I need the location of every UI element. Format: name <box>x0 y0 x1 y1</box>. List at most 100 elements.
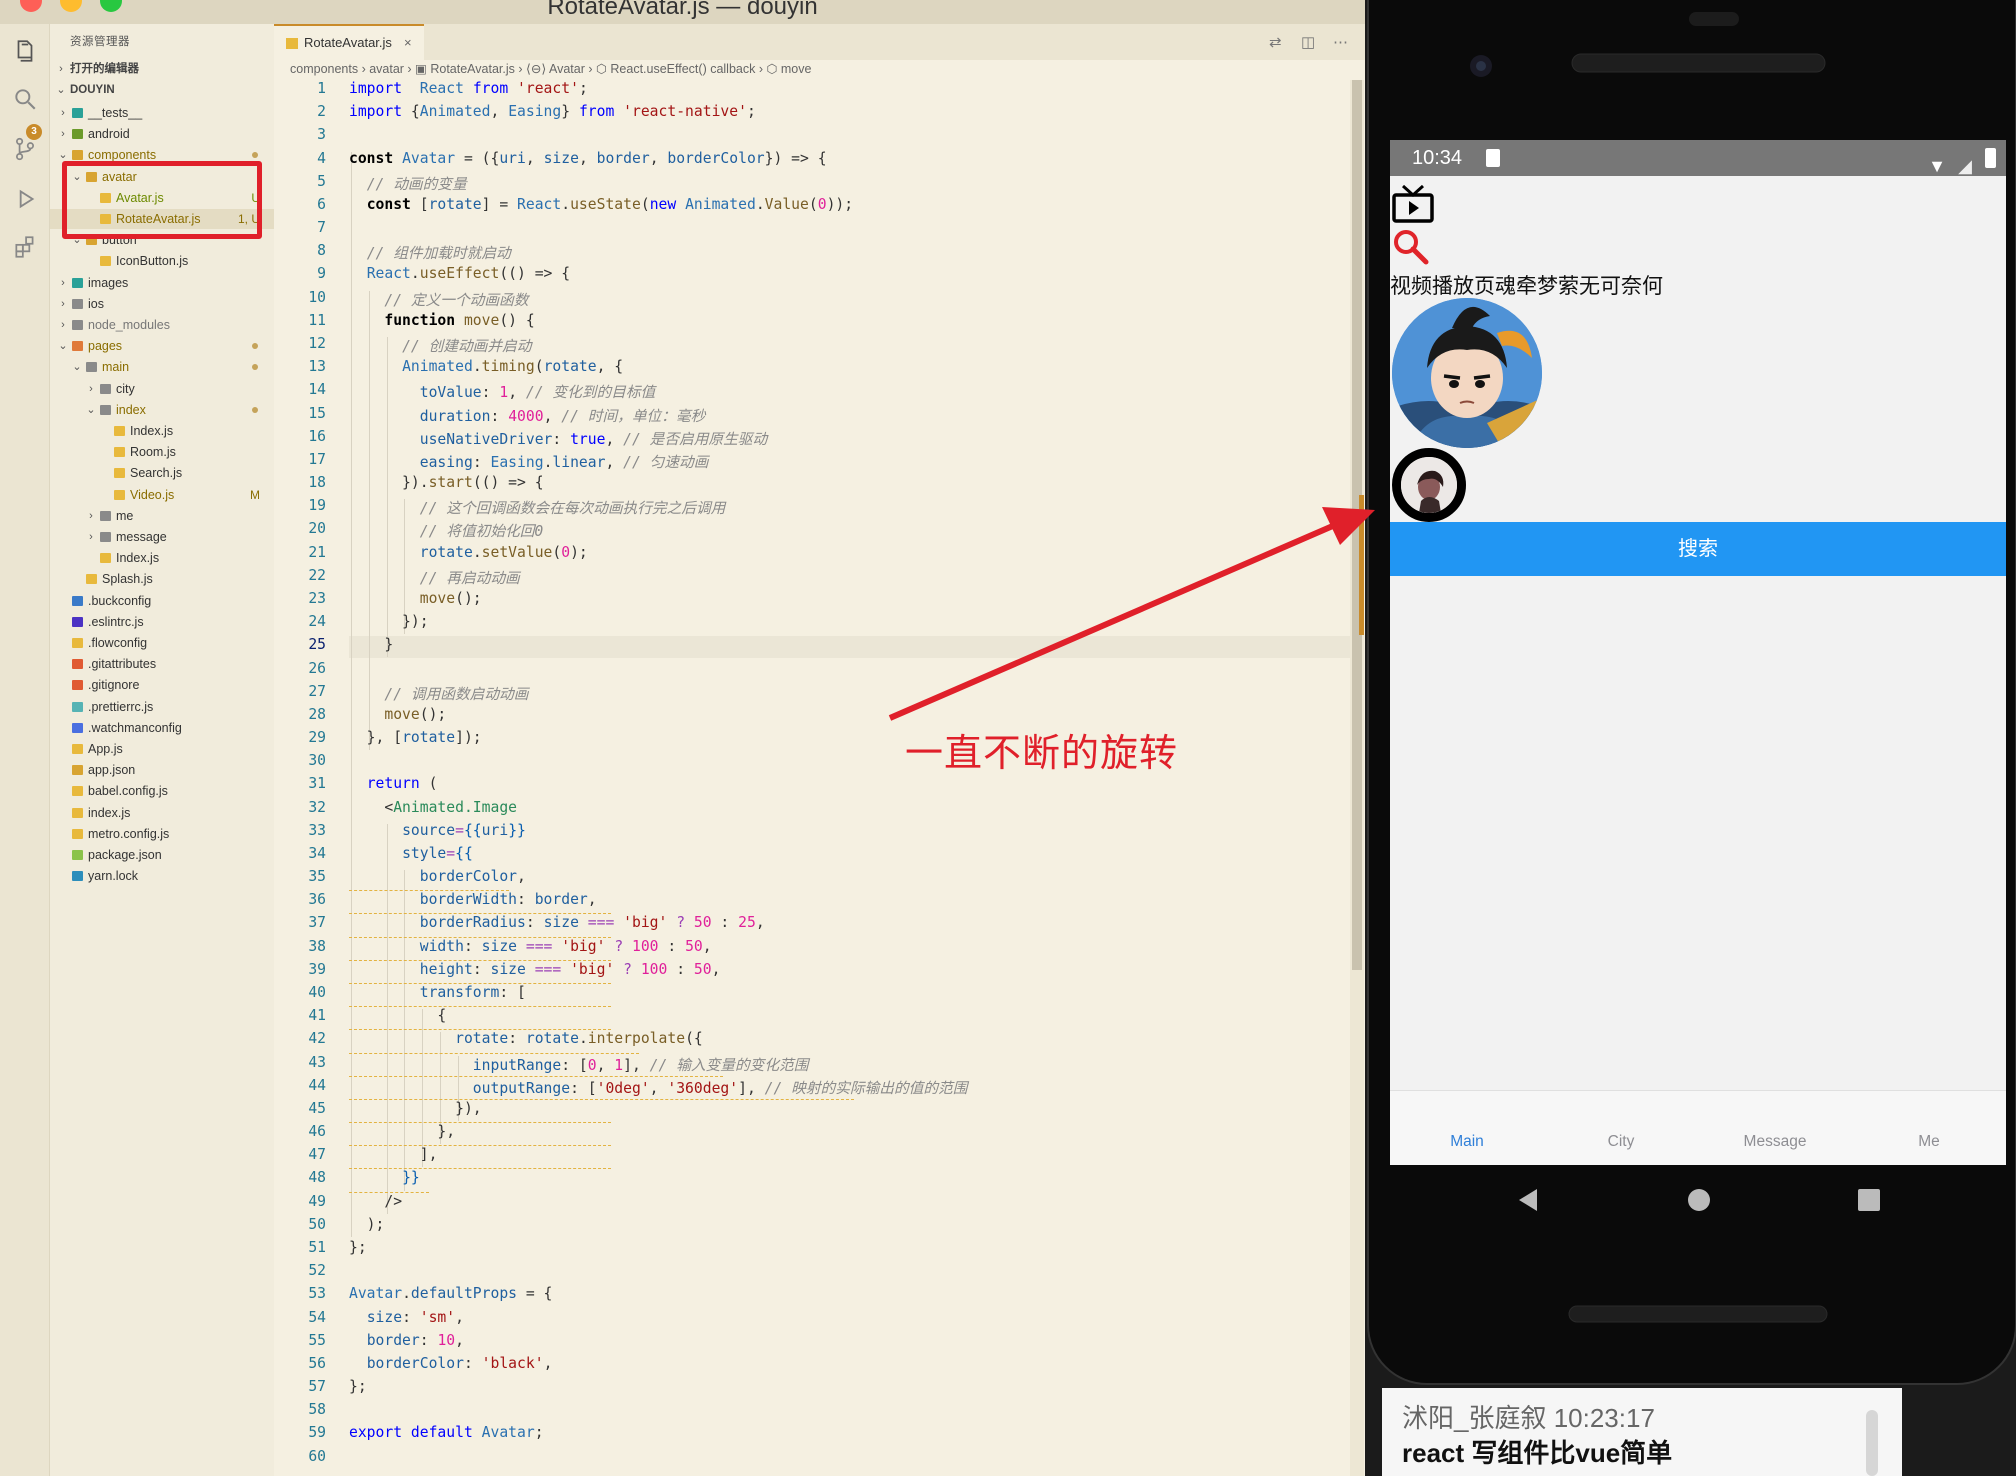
tv-play-icon[interactable] <box>1392 184 1434 226</box>
zoom-window-button[interactable] <box>100 0 122 12</box>
code-line: import React from 'react'; <box>349 80 588 97</box>
scm-badge: 3 <box>26 124 42 140</box>
tree-item[interactable]: Index.js <box>50 421 274 441</box>
tab-label: RotateAvatar.js <box>304 35 392 50</box>
tab-main[interactable]: Main <box>1390 1133 1544 1151</box>
extensions-icon[interactable] <box>12 234 38 260</box>
line-number: 31 <box>308 775 326 793</box>
folder-icon <box>72 298 83 309</box>
tree-item[interactable]: .prettierrc.js <box>50 697 274 717</box>
line-number: 8 <box>317 242 326 260</box>
tree-item[interactable]: Room.js <box>50 442 274 462</box>
lint-warning-underline <box>349 1168 611 1170</box>
minimize-window-button[interactable] <box>60 0 82 12</box>
tree-item[interactable]: App.js <box>50 739 274 759</box>
explorer-icon[interactable] <box>12 38 38 64</box>
line-number: 2 <box>317 103 326 121</box>
avatar-big <box>1392 298 1542 448</box>
search-icon[interactable] <box>1392 228 1430 266</box>
desktop-strip <box>1902 1388 2016 1476</box>
breadcrumb[interactable]: components › avatar › ▣ RotateAvatar.js … <box>290 60 811 80</box>
tab-message[interactable]: Message <box>1698 1133 1852 1151</box>
tree-item[interactable]: › city <box>50 379 274 399</box>
search-button[interactable]: 搜索 <box>1390 522 2006 576</box>
project-section[interactable]: ⌄ DOUYIN <box>50 80 274 100</box>
line-number: 17 <box>308 450 326 468</box>
tree-item-label: node_modules <box>88 318 171 332</box>
tree-item[interactable]: index.js <box>50 803 274 823</box>
tree-item[interactable]: metro.config.js <box>50 824 274 844</box>
code-line: React.useEffect(() => { <box>366 265 571 283</box>
signal-icon: ◢ <box>1958 156 1972 176</box>
line-number: 21 <box>308 543 326 561</box>
tree-item[interactable]: package.json <box>50 845 274 865</box>
code-line: }, <box>349 1123 456 1141</box>
line-number: 13 <box>308 358 326 376</box>
tree-item-label: IconButton.js <box>116 254 189 269</box>
line-number: 51 <box>308 1239 326 1256</box>
tree-item[interactable]: .gitignore <box>50 675 274 695</box>
tab-city[interactable]: City <box>1544 1133 1698 1151</box>
modified-dot <box>252 343 258 350</box>
tree-item[interactable]: .watchmanconfig <box>50 718 274 738</box>
line-number: 15 <box>308 404 326 422</box>
explorer-sidebar: 资源管理器 › 打开的编辑器 ⌄ DOUYIN › __tests__ › andro… <box>50 24 274 1476</box>
tree-item[interactable]: .buckconfig <box>50 591 274 611</box>
tree-item[interactable]: yarn.lock <box>50 866 274 886</box>
code-editor[interactable]: 1 import React from 'react'; 2 import {Anim… <box>274 80 1359 1476</box>
tree-item[interactable]: babel.config.js <box>50 781 274 801</box>
tree-item-label: .watchmanconfig <box>88 720 182 735</box>
tree-item[interactable]: ⌄ pages <box>50 336 274 356</box>
close-window-button[interactable] <box>20 0 42 12</box>
tree-item[interactable]: ⌄ main <box>50 357 274 377</box>
open-editors-section[interactable]: › 打开的编辑器 <box>50 59 274 79</box>
split-editor-icon[interactable]: ◫ <box>1301 33 1315 51</box>
tree-item[interactable]: › __tests__ <box>50 103 274 123</box>
tree-item-label: babel.config.js <box>88 784 168 799</box>
tree-item[interactable]: ⌄ index <box>50 400 274 420</box>
line-number: 39 <box>308 960 326 978</box>
chat-scrollbar[interactable] <box>1866 1410 1878 1476</box>
line-number: 38 <box>308 937 326 955</box>
tree-item[interactable]: .flowconfig <box>50 633 274 653</box>
more-actions-icon[interactable]: ⋯ <box>1333 33 1348 51</box>
folder-icon <box>72 277 83 288</box>
recents-icon[interactable] <box>1856 1187 1882 1213</box>
line-number: 35 <box>308 868 326 886</box>
code-line: borderRadius: size === 'big' ? 50 : 25, <box>419 914 765 932</box>
compare-icon[interactable]: ⇄ <box>1269 33 1282 51</box>
tree-item-label: Splash.js <box>102 572 153 587</box>
lint-warning-underline <box>349 890 509 892</box>
run-debug-icon[interactable] <box>12 186 38 212</box>
code-line: Avatar.defaultProps = { <box>349 1285 553 1303</box>
folder-icon <box>100 532 111 542</box>
tab-me[interactable]: Me <box>1852 1133 2006 1151</box>
tree-item[interactable]: Index.js <box>50 548 274 568</box>
back-icon[interactable] <box>1515 1187 1541 1213</box>
tree-item[interactable]: .gitattributes <box>50 654 274 674</box>
tree-item[interactable]: › ios <box>50 294 274 314</box>
tree-item[interactable]: › node_modules <box>50 315 274 335</box>
tree-item[interactable]: app.json <box>50 760 274 780</box>
tree-item[interactable]: › android <box>50 124 274 144</box>
tree-item[interactable]: › message <box>50 527 274 547</box>
editor-scrollbar[interactable] <box>1350 80 1364 1476</box>
chevron-right-icon: › <box>61 319 65 331</box>
tree-item[interactable]: Video.js M <box>50 485 274 505</box>
tree-item[interactable]: Search.js <box>50 463 274 483</box>
code-line: border: 10, <box>366 1331 464 1349</box>
chat-message: react 写组件比vue简单 <box>1402 1438 1673 1468</box>
line-number: 22 <box>308 566 326 584</box>
home-icon[interactable] <box>1686 1187 1712 1213</box>
tree-item[interactable]: › me <box>50 506 274 526</box>
close-tab-icon[interactable]: × <box>404 26 412 60</box>
tree-item[interactable]: › images <box>50 273 274 293</box>
tree-item[interactable]: IconButton.js <box>50 251 274 271</box>
search-icon[interactable] <box>12 86 38 112</box>
line-number: 29 <box>308 729 326 747</box>
chat-time: 10:23:17 <box>1553 1403 1655 1433</box>
tree-item[interactable]: Splash.js <box>50 569 274 589</box>
folder-icon <box>72 320 83 330</box>
tab-rotateavatar[interactable]: RotateAvatar.js × <box>274 24 424 60</box>
tree-item[interactable]: .eslintrc.js <box>50 612 274 632</box>
